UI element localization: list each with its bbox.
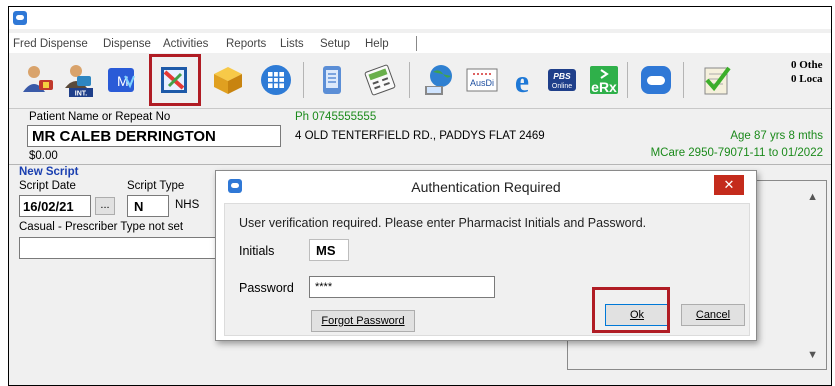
patient-balance: $0.00 [29,150,58,162]
patient-address: 4 OLD TENTERFIELD RD., PADDYS FLAT 2469 [295,130,545,142]
patient-name-value: MR CALEB DERRINGTON [32,128,216,145]
menu-fred-dispense[interactable]: Fred Dispense [13,38,88,50]
scroll-down-icon[interactable]: ▼ [807,349,818,361]
patient-age: Age 87 yrs 8 mths [730,130,823,142]
script-date-field[interactable]: 16/02/21 [19,195,91,217]
grid-calendar-icon[interactable] [257,62,295,98]
script-type-value: N [134,199,144,214]
svg-text:PBS: PBS [553,71,571,81]
script-type-label: Script Type [127,180,185,192]
menu-dispense[interactable]: Dispense [103,38,151,50]
count-local: 0 Loca [791,73,823,85]
prescriber-type: Casual - Prescriber Type not set [19,221,184,233]
my-health-record-icon[interactable]: M [103,62,141,98]
new-script-heading: New Script [19,166,79,178]
script-date-browse-button[interactable]: ... [95,197,115,215]
menu-reports[interactable]: Reports [226,38,266,50]
internet-explorer-icon[interactable]: e [503,62,541,99]
fred-logo-icon[interactable] [637,62,675,98]
ausdi-label: AusDi [470,78,494,88]
ok-button-highlight [592,287,670,333]
globe-user-icon[interactable] [421,62,459,98]
toolbar-separator [683,62,684,98]
password-field[interactable]: **** [309,276,495,298]
close-icon[interactable]: ✕ [714,175,744,195]
script-type-field[interactable]: N [127,195,169,217]
int-dispense-icon[interactable]: INT. [61,62,99,98]
authentication-dialog: Authentication Required ✕ User verificat… [215,170,757,341]
password-value: **** [315,281,333,293]
menu-lists[interactable]: Lists [280,38,304,50]
dialog-title: Authentication Required [411,179,561,195]
toolbar-separator [627,62,628,98]
toolbar-separator [303,62,304,98]
toolbar: INT. M AusDi e PBS Online eRx 0 Othe 0 L… [9,54,831,109]
app-window: Fred Dispense Dispense Activities Report… [8,6,832,386]
dialog-message: User verification required. Please enter… [239,216,647,230]
script-type-suffix: NHS [175,199,200,211]
dispense-icon[interactable] [19,62,57,98]
menu-help[interactable]: Help [365,38,389,50]
title-bar [9,7,831,29]
phone-list-icon[interactable] [313,62,351,98]
label-print-highlight [149,54,201,106]
patient-panel: Patient Name or Repeat No MR CALEB DERRI… [9,109,831,165]
menu-setup[interactable]: Setup [320,38,350,50]
scroll-up-icon[interactable]: ▲ [807,191,818,203]
prescriber-field[interactable] [19,237,219,259]
erx-icon[interactable]: eRx [585,62,623,98]
initials-value: MS [316,243,336,258]
dialog-title-bar: Authentication Required ✕ [216,171,756,201]
int-label: INT. [75,91,88,98]
pbs-online-icon[interactable]: PBS Online [543,62,581,98]
svg-text:eRx: eRx [591,79,617,95]
ausdi-icon[interactable]: AusDi [463,62,501,98]
patient-medicare: MCare 2950-79071-11 to 01/2022 [650,147,823,159]
svg-text:Online: Online [552,83,572,90]
calculator-icon[interactable] [361,62,399,98]
menu-separator [416,36,417,51]
count-other: 0 Othe [791,59,823,71]
forgot-password-button[interactable]: Forgot Password [311,310,415,332]
patient-phone: Ph 0745555555 [295,111,377,123]
toolbar-counts: 0 Othe 0 Loca [791,58,822,86]
app-logo-icon [13,11,27,25]
script-date-label: Script Date [19,180,76,192]
patient-name-field[interactable]: MR CALEB DERRINGTON [27,125,281,147]
menu-bar: Fred Dispense Dispense Activities Report… [9,33,831,53]
initials-label: Initials [239,244,275,258]
stock-box-icon[interactable] [209,62,247,98]
dialog-body: User verification required. Please enter… [224,203,750,336]
script-date-value: 16/02/21 [23,199,74,214]
cancel-button[interactable]: Cancel [681,304,745,326]
menu-activities[interactable]: Activities [163,38,208,50]
ie-label: e [515,63,529,98]
password-label: Password [239,281,294,295]
toolbar-separator [409,62,410,98]
checklist-icon[interactable] [697,62,735,98]
initials-field[interactable]: MS [309,239,349,261]
patient-name-label: Patient Name or Repeat No [29,111,171,123]
